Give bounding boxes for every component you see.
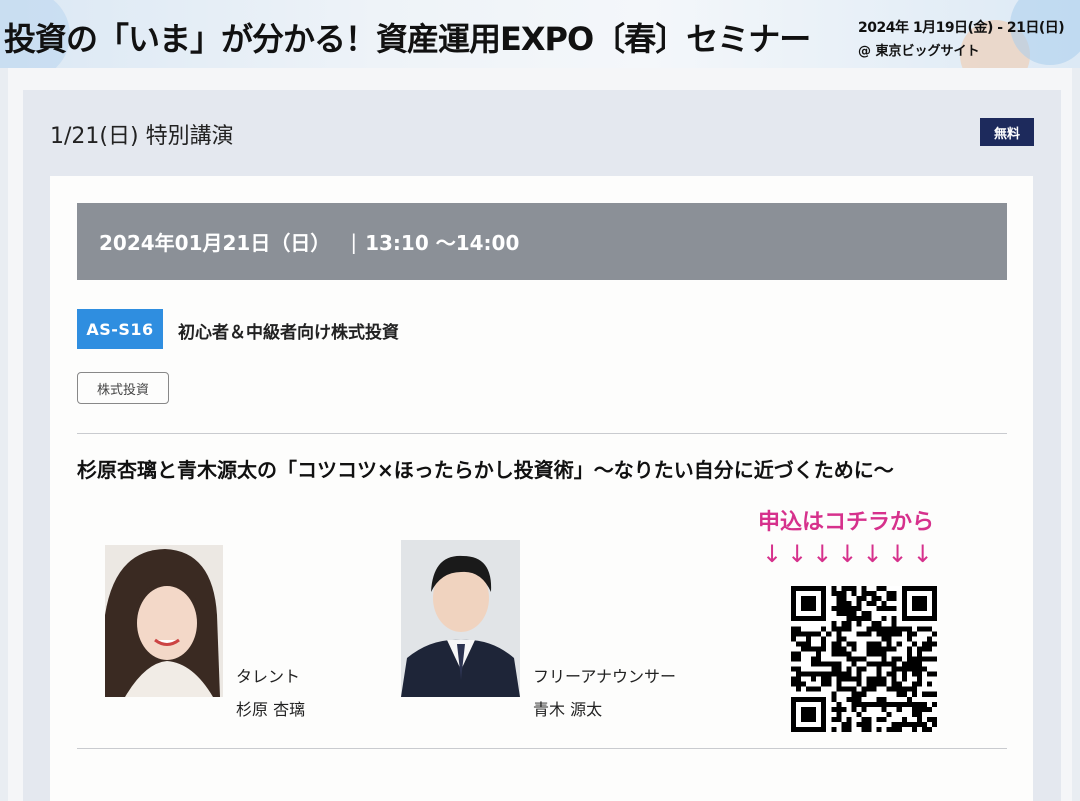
speaker-name: 青木 源太 [533, 700, 603, 719]
speaker-name: 杉原 杏璃 [236, 700, 306, 719]
lecture-title: 杉原杏璃と青木源太の「コツコツ×ほったらかし投資術」〜なりたい自分に近づくために… [77, 458, 894, 482]
event-venue: @ 東京ビッグサイト [858, 44, 980, 59]
speaker-photo-sugihara [105, 545, 223, 697]
divider [77, 748, 1007, 749]
apply-callout: 申込はコチラから [758, 510, 935, 535]
banner-title: 投資の「いま」が分かる！資産運用EXPO〔春〕セミナー [4, 20, 811, 58]
header-banner: 投資の「いま」が分かる！資産運用EXPO〔春〕セミナー 2024年 1月19日(… [0, 0, 1080, 68]
registration-qr-code[interactable] [791, 586, 937, 732]
session-title: 初心者＆中級者向け株式投資 [178, 323, 399, 343]
session-datetime-bar: 2024年01月21日（日） | 13:10 〜14:00 [77, 203, 1007, 280]
speaker-photo-aoki [401, 540, 520, 697]
section-title: 1/21(日) 特別講演 [50, 124, 234, 149]
divider [77, 433, 1007, 434]
event-date: 2024年 1月19日(金) - 21日(日) [858, 20, 1065, 36]
free-badge: 無料 [980, 118, 1034, 146]
session-date: 2024年01月21日（日） [99, 231, 331, 255]
category-tag[interactable]: 株式投資 [77, 372, 169, 404]
speaker-role: フリーアナウンサー [533, 667, 677, 686]
datetime-separator: | [350, 229, 358, 254]
down-arrows-icon: ↓↓↓↓↓↓↓ [762, 540, 938, 568]
session-time: 13:10 〜14:00 [365, 231, 520, 255]
speaker-role: タレント [236, 667, 301, 686]
session-code-badge: AS-S16 [77, 309, 163, 349]
